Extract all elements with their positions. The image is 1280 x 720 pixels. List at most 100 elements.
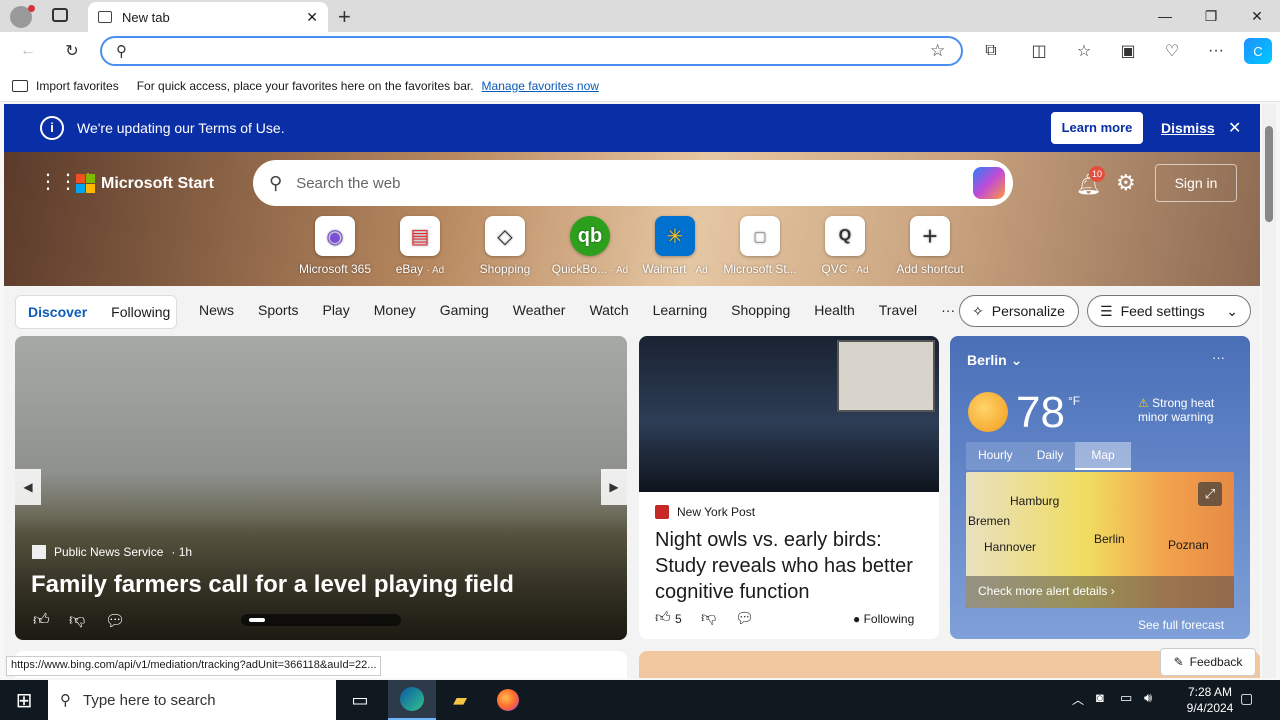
extensions-icon[interactable]: ⧉ (977, 38, 1005, 64)
story-comment-icon[interactable]: 💬︎ (735, 609, 754, 627)
collections-icon[interactable]: ▣ (1114, 38, 1142, 64)
split-screen-icon[interactable]: ◫ (1025, 38, 1053, 64)
edge-icon[interactable] (388, 680, 436, 720)
tray-device-icon[interactable]: ◙ (1096, 690, 1104, 705)
performance-icon[interactable]: ♡ (1158, 38, 1186, 64)
favorite-star-icon[interactable]: ☆ (930, 41, 945, 61)
story-card[interactable]: New York Post Night owls vs. early birds… (639, 336, 939, 639)
sign-in-button[interactable]: Sign in (1155, 164, 1237, 202)
title-bar: New tab ✕ + — ❐ ✕ (0, 0, 1280, 32)
import-favorites-button[interactable]: Import favorites (36, 79, 119, 93)
feedback-button[interactable]: ✎ Feedback (1160, 648, 1256, 676)
weather-card[interactable]: Berlin ⌄ ··· 78 °F ⚠ Strong heat minor w… (950, 336, 1250, 639)
expand-icon[interactable]: ⤢ (1198, 482, 1222, 506)
nav-weather[interactable]: Weather (513, 302, 566, 318)
favorites-icon[interactable]: ☆ (1070, 38, 1098, 64)
web-search-input[interactable]: ⚲ Search the web (253, 160, 1013, 206)
manage-favorites-link[interactable]: Manage favorites now (482, 79, 599, 93)
hero-headline[interactable]: Family farmers call for a level playing … (31, 571, 514, 599)
carousel-next-icon[interactable]: ▶ (601, 469, 627, 505)
settings-gear-icon[interactable]: ⚙ (1116, 170, 1136, 196)
weather-alert[interactable]: ⚠ Strong heat minor warning (1138, 396, 1236, 424)
story-like-icon[interactable]: 👍︎ (655, 609, 671, 627)
notification-center-icon[interactable]: ▢ (1240, 690, 1253, 707)
volume-icon[interactable]: 🔊︎ (1144, 690, 1152, 706)
scrollbar-thumb[interactable] (1265, 126, 1273, 222)
carousel-dots[interactable] (241, 614, 401, 626)
new-tab-icon[interactable]: + (338, 4, 351, 30)
like-icon[interactable]: 👍︎ (33, 611, 50, 630)
firefox-icon[interactable] (484, 680, 532, 720)
banner-close-icon[interactable]: ✕ (1228, 118, 1241, 138)
microsoft-start-logo[interactable]: Microsoft Start (76, 174, 214, 193)
shortcut-add[interactable]: + Add shortcut (888, 216, 972, 276)
following-badge[interactable]: ● Following (853, 612, 914, 626)
weather-more-icon[interactable]: ··· (1212, 350, 1225, 365)
back-icon[interactable]: ← (14, 38, 42, 64)
carousel-prev-icon[interactable]: ◀ (15, 469, 41, 505)
alert-details-link[interactable]: Check more alert details › (966, 576, 1234, 608)
nav-money[interactable]: Money (374, 302, 416, 318)
dismiss-button[interactable]: Dismiss (1161, 120, 1215, 136)
clock[interactable]: 7:28 AM 9/4/2024 (1172, 684, 1248, 716)
shortcut-walmart[interactable]: ✳ Walmart · Ad (633, 216, 717, 276)
more-menu-icon[interactable]: ··· (1202, 38, 1230, 64)
tab-actions-icon[interactable] (52, 8, 68, 22)
refresh-icon[interactable]: ↻ (58, 38, 86, 64)
full-forecast-link[interactable]: See full forecast (1138, 618, 1224, 632)
weather-city-selector[interactable]: Berlin ⌄ (967, 352, 1022, 369)
taskbar-search[interactable]: ⚲ Type here to search (48, 680, 336, 720)
nav-gaming[interactable]: Gaming (440, 302, 489, 318)
nav-more[interactable]: ··· (941, 302, 955, 318)
network-icon[interactable]: ▭ (1120, 690, 1132, 706)
copilot-icon[interactable]: C (1244, 38, 1272, 64)
tray-chevron-icon[interactable]: ︿ (1072, 691, 1084, 708)
tab-discover[interactable]: Discover (28, 304, 87, 320)
story-headline[interactable]: Night owls vs. early birds: Study reveal… (655, 527, 927, 605)
copilot-search-icon[interactable] (973, 167, 1005, 199)
nav-health[interactable]: Health (814, 302, 854, 318)
story-dislike-icon[interactable]: 👎︎ (701, 609, 716, 627)
shortcut-quickbooks[interactable]: qb QuickBo... · Ad (548, 216, 632, 276)
tab-hourly[interactable]: Hourly (966, 442, 1025, 470)
shortcut-microsoft-store[interactable]: ▢ Microsoft St... (718, 216, 802, 276)
hero-story-card[interactable]: ◀ ▶ Public News Service · 1h Family farm… (15, 336, 627, 640)
file-explorer-icon[interactable]: ▰ (436, 680, 484, 720)
tab-following[interactable]: Following (111, 304, 170, 320)
shortcut-microsoft-365[interactable]: ◉ Microsoft 365 (293, 216, 377, 276)
nav-news[interactable]: News (199, 302, 234, 318)
window-close-icon[interactable]: ✕ (1234, 0, 1280, 32)
info-icon: i (40, 116, 64, 140)
windows-start-icon[interactable]: ⊞ (0, 680, 48, 720)
restore-icon[interactable]: ❐ (1188, 0, 1234, 32)
feed-settings-button[interactable]: ☰ Feed settings ⌄ (1087, 295, 1251, 327)
weather-alert-map[interactable]: Hamburg Bremen Hannover Berlin Poznan ⤢ … (966, 472, 1234, 608)
shortcut-ebay[interactable]: ▤ eBay · Ad (378, 216, 462, 276)
qvc-icon: Q (825, 216, 865, 256)
minimize-icon[interactable]: — (1142, 0, 1188, 32)
address-bar[interactable]: ⚲ ☆ (100, 36, 963, 66)
personalize-button[interactable]: ✧ Personalize (959, 295, 1079, 327)
close-tab-icon[interactable]: ✕ (306, 9, 318, 26)
learn-more-button[interactable]: Learn more (1051, 112, 1143, 144)
nav-shopping[interactable]: Shopping (731, 302, 790, 318)
nav-travel[interactable]: Travel (879, 302, 917, 318)
dislike-icon[interactable]: 👎︎ (69, 611, 85, 630)
page-scrollbar[interactable] (1262, 104, 1276, 678)
tab-new-tab[interactable]: New tab ✕ (88, 2, 328, 32)
shortcut-qvc[interactable]: Q QVC · Ad (803, 216, 887, 276)
nav-learning[interactable]: Learning (653, 302, 708, 318)
task-view-icon[interactable]: ▭ (336, 680, 384, 720)
comment-icon[interactable]: 💬︎ (105, 611, 125, 631)
weather-city: Berlin (967, 352, 1007, 368)
taskbar: ⊞ ⚲ Type here to search ▭ ▰ ︿ ◙ ▭ 🔊︎ 7:2… (0, 680, 1280, 720)
nav-play[interactable]: Play (322, 302, 349, 318)
tab-map[interactable]: Map (1075, 442, 1131, 470)
publisher-logo-icon (32, 545, 46, 559)
nav-watch[interactable]: Watch (589, 302, 628, 318)
nav-sports[interactable]: Sports (258, 302, 298, 318)
shortcut-shopping[interactable]: ◇ Shopping (463, 216, 547, 276)
tab-daily[interactable]: Daily (1025, 442, 1076, 470)
weather-unit[interactable]: °F (1068, 394, 1080, 408)
add-shortcut-icon: + (910, 216, 950, 256)
